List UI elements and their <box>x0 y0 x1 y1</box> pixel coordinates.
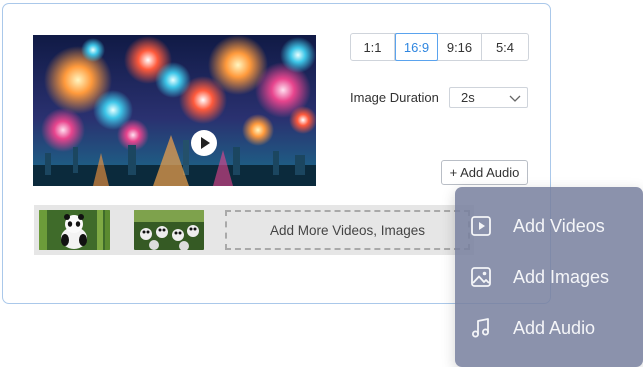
image-duration-select[interactable]: 2s <box>449 87 528 108</box>
music-note-icon <box>472 318 489 338</box>
aspect-ratio-selector: 1:1 16:9 9:16 5:4 <box>350 33 529 61</box>
image-duration-value: 2s <box>461 90 475 105</box>
pandas-image <box>134 210 204 250</box>
image-icon <box>471 267 491 287</box>
chevron-down-icon <box>509 95 521 102</box>
ratio-5-4-button[interactable]: 5:4 <box>482 34 528 60</box>
menu-item-label: Add Images <box>513 266 610 287</box>
add-audio-button[interactable]: + Add Audio <box>441 160 528 185</box>
menu-item-add-audio[interactable]: Add Audio <box>455 305 643 351</box>
add-more-label: Add More Videos, Images <box>269 222 426 238</box>
ratio-16-9-button[interactable]: 16:9 <box>395 33 438 61</box>
add-more-media-dropzone[interactable]: Add More Videos, Images <box>225 210 470 250</box>
fireworks-image <box>33 35 316 186</box>
play-square-icon <box>471 216 491 236</box>
menu-item-label: Add Videos <box>513 215 605 236</box>
menu-item-label: Add Audio <box>513 317 596 338</box>
timeline-thumbnail-panda[interactable] <box>39 210 110 250</box>
menu-item-add-images[interactable]: Add Images <box>455 254 643 300</box>
add-media-menu: Add Videos Add Images Add Audio <box>455 187 643 367</box>
image-duration-label: Image Duration <box>350 90 439 105</box>
media-timeline: Add More Videos, Images <box>34 205 474 255</box>
play-icon[interactable] <box>191 130 217 156</box>
menu-item-add-videos[interactable]: Add Videos <box>455 203 643 249</box>
timeline-thumbnail-pandas[interactable] <box>134 210 204 250</box>
panda-image <box>39 210 110 250</box>
ratio-1-1-button[interactable]: 1:1 <box>351 34 395 60</box>
video-preview[interactable] <box>33 35 316 186</box>
ratio-9-16-button[interactable]: 9:16 <box>438 34 482 60</box>
